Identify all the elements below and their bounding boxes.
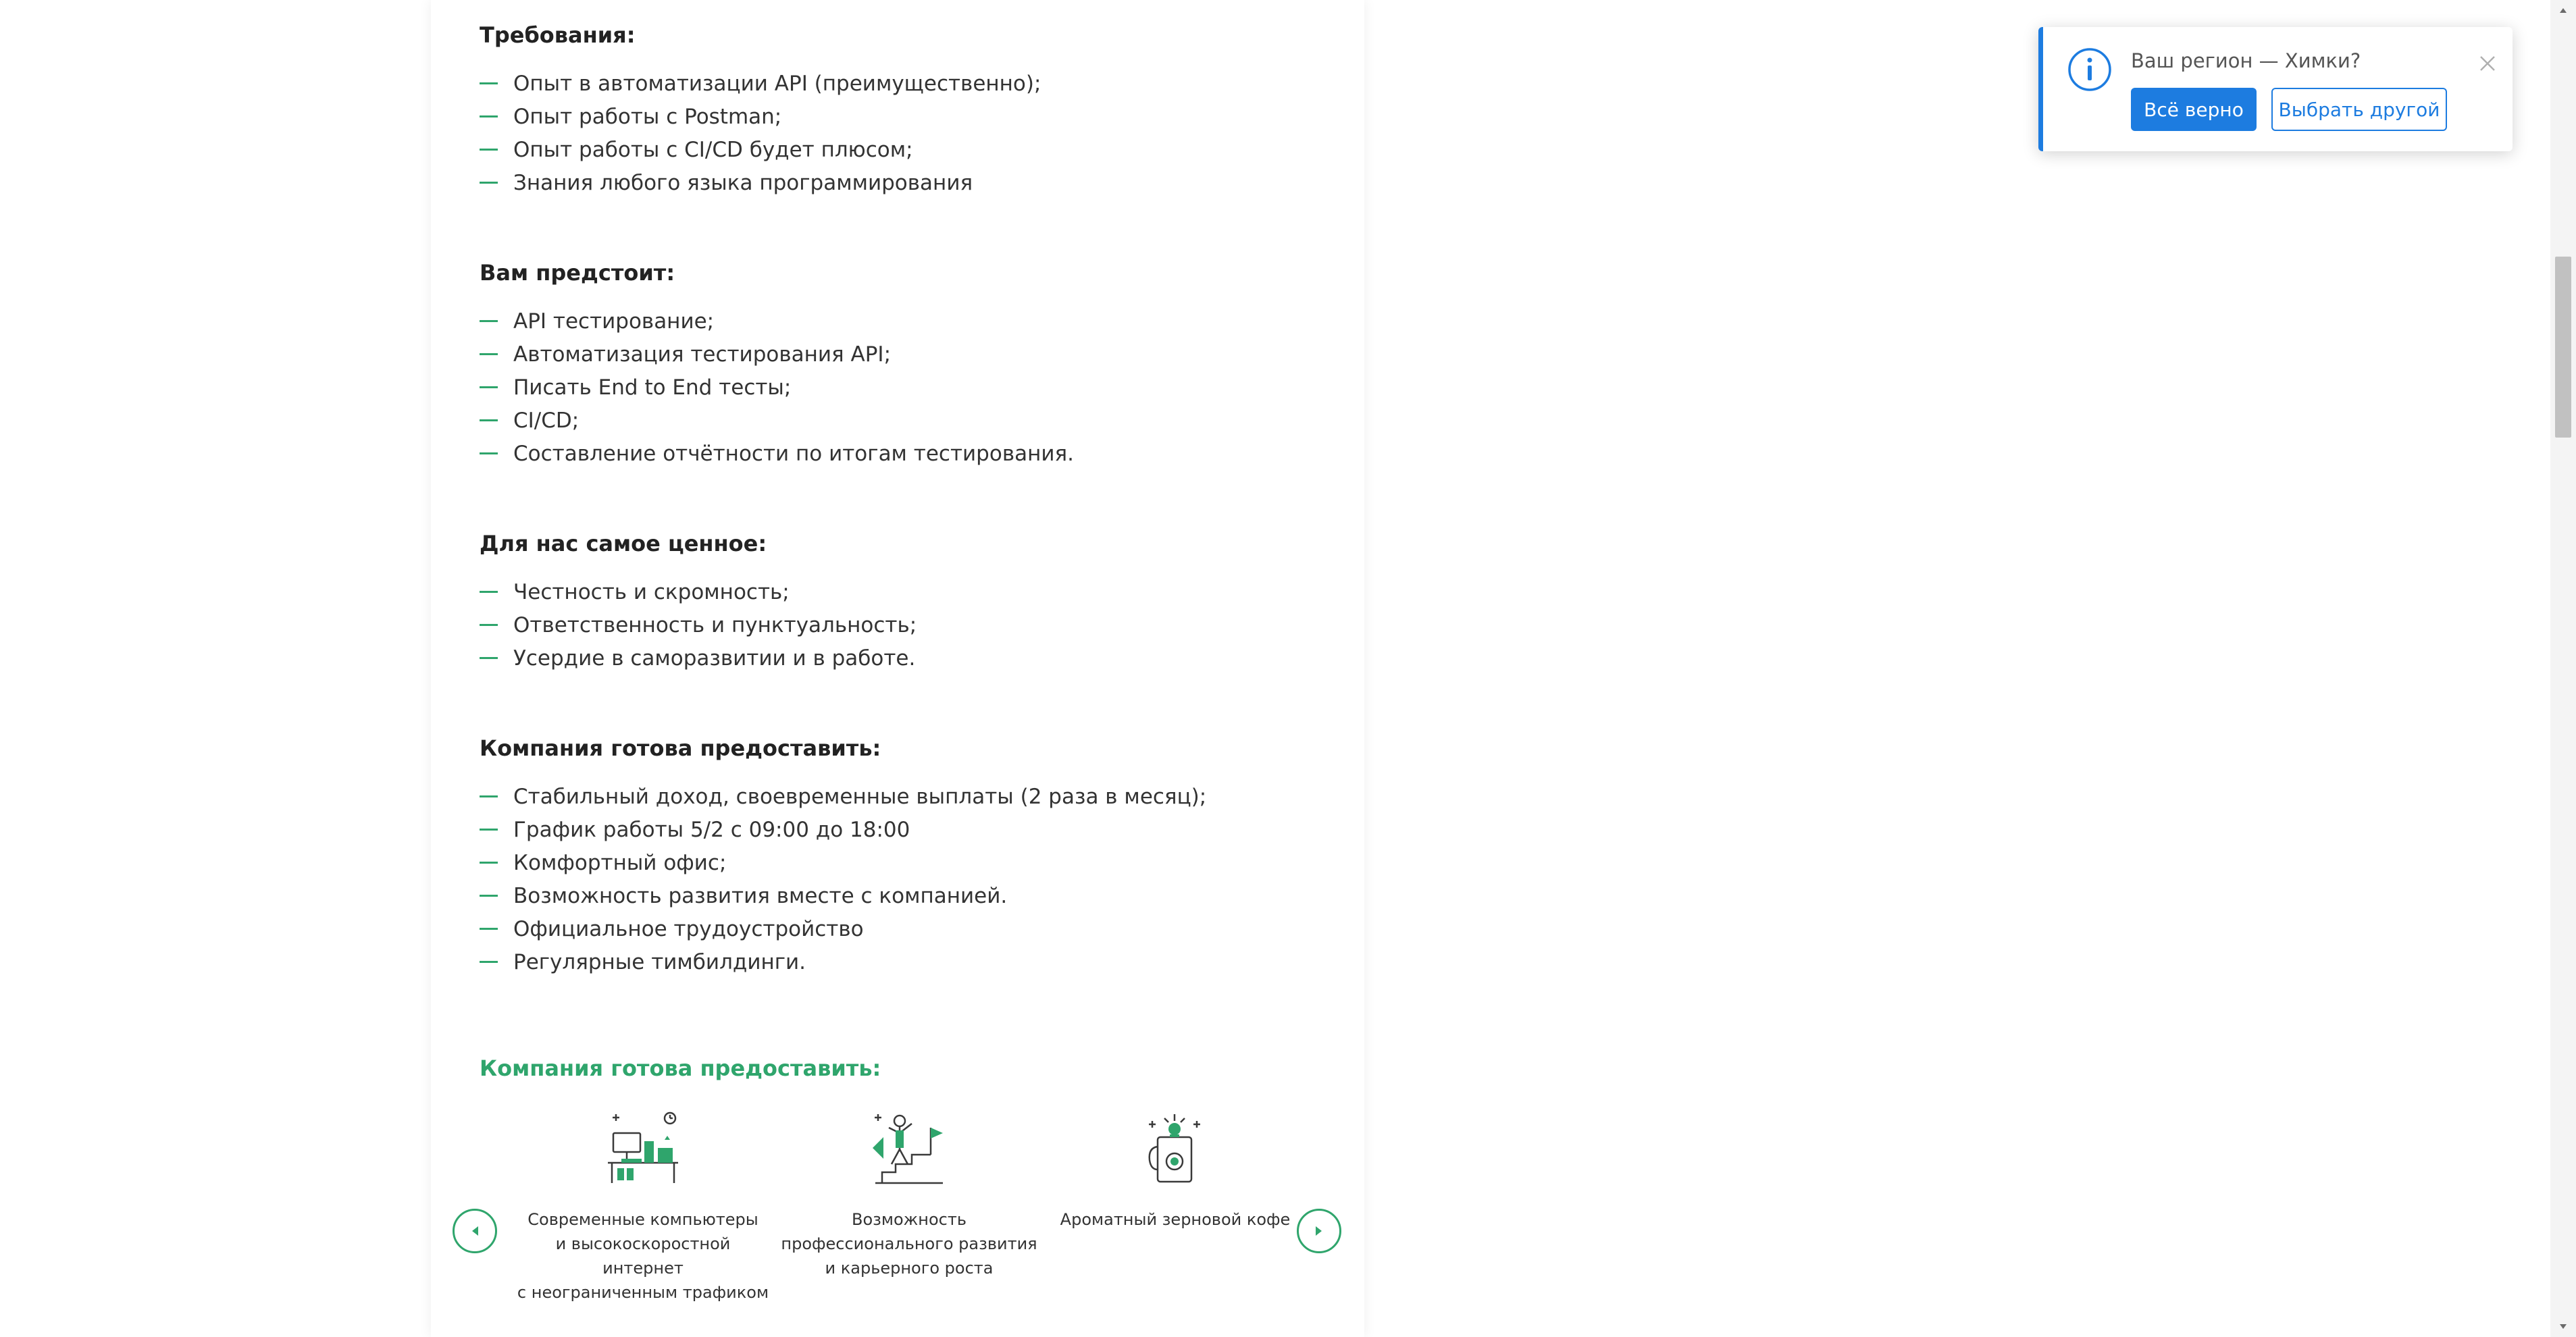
section-heading-requirements: Требования: (480, 22, 636, 48)
benefit-text: Современные компьютеры и высокоскоростно… (517, 1210, 769, 1302)
section-heading-responsibilities: Вам предстоит: (480, 260, 675, 286)
benefit-text: Ароматный зерновой кофе (1060, 1210, 1291, 1229)
region-confirm-popup: Ваш регион — Химки? Всё верно Выбрать др… (2038, 27, 2513, 151)
list-item-text: Знания любого языка программирования (513, 171, 973, 195)
list-item: Знания любого языка программирования (480, 167, 1324, 200)
values-list: Честность и скромность; Ответственность … (480, 576, 1324, 675)
dash-bullet-icon (480, 862, 498, 864)
list-item: CI/CD; (480, 404, 1324, 438)
list-item: Автоматизация тестирования API; (480, 338, 1324, 371)
list-item: Регулярные тимбилдинги. (480, 946, 1324, 979)
list-item-text: Писать End to End тесты; (513, 375, 792, 400)
page: Требования: Опыт в автоматизации API (пр… (0, 0, 2576, 1337)
dash-bullet-icon (480, 82, 498, 84)
list-item-text: Честность и скромность; (513, 580, 790, 604)
list-item: API тестирование; (480, 305, 1324, 338)
dash-bullet-icon (480, 795, 498, 797)
info-icon (2068, 48, 2111, 91)
confirm-region-button[interactable]: Всё верно (2131, 88, 2257, 131)
list-item-text: Стабильный доход, своевременные выплаты … (513, 785, 1207, 809)
benefits-carousel: Современные компьютеры и высокоскоростно… (453, 1107, 1344, 1323)
list-item-text: Комфортный офис; (513, 851, 727, 875)
list-item: Составление отчётности по итогам тестиро… (480, 438, 1324, 471)
dash-bullet-icon (480, 591, 498, 593)
list-item: Опыт работы с Postman; (480, 101, 1324, 134)
dash-bullet-icon (480, 961, 498, 963)
list-item: Комфортный офис; (480, 847, 1324, 880)
benefit-item: Возможность профессионального развития и… (781, 1107, 1037, 1280)
dash-bullet-icon (480, 624, 498, 626)
vacancy-details: Требования: Опыт в автоматизации API (пр… (480, 20, 1324, 1083)
region-question: Ваш регион — Химки? (2131, 49, 2361, 72)
list-item-text: Усердие в саморазвитии и в работе. (513, 646, 916, 671)
list-item: Опыт в автоматизации API (преимущественн… (480, 68, 1324, 101)
benefit-item: Современные компьютеры и высокоскоростно… (515, 1107, 771, 1305)
list-item-text: API тестирование; (513, 309, 715, 334)
list-item: График работы 5/2 с 09:00 до 18:00 (480, 814, 1324, 847)
list-item: Стабильный доход, своевременные выплаты … (480, 781, 1324, 814)
dash-bullet-icon (480, 149, 498, 151)
dash-bullet-icon (480, 452, 498, 454)
dash-bullet-icon (480, 895, 498, 897)
vacancy-content: Требования: Опыт в автоматизации API (пр… (431, 0, 1364, 1337)
computer-desk-icon (608, 1111, 678, 1183)
benefits-heading: Компания готова предоставить: (480, 1055, 881, 1081)
arrow-left-icon (472, 1226, 478, 1236)
choose-other-region-button[interactable]: Выбрать другой (2271, 88, 2447, 131)
list-item-text: CI/CD; (513, 409, 579, 433)
list-item: Возможность развития вместе с компанией. (480, 880, 1324, 913)
list-item: Усердие в саморазвитии и в работе. (480, 642, 1324, 675)
scrollbar-thumb[interactable] (2555, 257, 2571, 438)
list-item: Официальное трудоустройство (480, 913, 1324, 946)
scroll-up-arrow-icon[interactable] (2550, 0, 2576, 20)
benefit-item: Ароматный зерновой кофе (1047, 1107, 1304, 1232)
requirements-list: Опыт в автоматизации API (преимущественн… (480, 68, 1324, 200)
list-item-text: Опыт работы с CI/CD будет плюсом; (513, 138, 913, 162)
list-item: Опыт работы с CI/CD будет плюсом; (480, 134, 1324, 167)
list-item-text: Составление отчётности по итогам тестиро… (513, 442, 1075, 466)
carousel-next-button[interactable] (1297, 1209, 1341, 1253)
scroll-down-arrow-icon[interactable] (2550, 1317, 2576, 1337)
list-item: Честность и скромность; (480, 576, 1324, 609)
list-item: Писать End to End тесты; (480, 371, 1324, 404)
company-offers-list: Стабильный доход, своевременные выплаты … (480, 781, 1324, 979)
list-item-text: Опыт работы с Postman; (513, 105, 782, 129)
dash-bullet-icon (480, 182, 498, 184)
responsibilities-list: API тестирование; Автоматизация тестиров… (480, 305, 1324, 471)
section-heading-company-offers: Компания готова предоставить: (480, 735, 881, 761)
dash-bullet-icon (480, 386, 498, 388)
list-item-text: Регулярные тимбилдинги. (513, 950, 806, 974)
dash-bullet-icon (480, 419, 498, 421)
list-item-text: Возможность развития вместе с компанией. (513, 884, 1008, 908)
list-item-text: Автоматизация тестирования API; (513, 342, 892, 367)
section-heading-values: Для нас самое ценное: (480, 531, 767, 556)
close-icon[interactable] (2475, 51, 2500, 76)
career-growth-icon (873, 1114, 943, 1184)
carousel-prev-button[interactable] (453, 1209, 497, 1253)
list-item-text: Ответственность и пунктуальность; (513, 613, 917, 637)
list-item-text: Официальное трудоустройство (513, 917, 864, 941)
dash-bullet-icon (480, 657, 498, 659)
list-item-text: Опыт в автоматизации API (преимущественн… (513, 72, 1041, 96)
list-item-text: График работы 5/2 с 09:00 до 18:00 (513, 818, 910, 842)
dash-bullet-icon (480, 320, 498, 322)
vertical-scrollbar[interactable] (2550, 0, 2576, 1337)
dash-bullet-icon (480, 115, 498, 117)
dash-bullet-icon (480, 928, 498, 930)
benefit-text: Возможность профессионального развития и… (781, 1210, 1037, 1278)
dash-bullet-icon (480, 829, 498, 831)
arrow-right-icon (1316, 1226, 1322, 1236)
coffee-cup-icon (1148, 1114, 1200, 1183)
dash-bullet-icon (480, 353, 498, 355)
list-item: Ответственность и пунктуальность; (480, 609, 1324, 642)
